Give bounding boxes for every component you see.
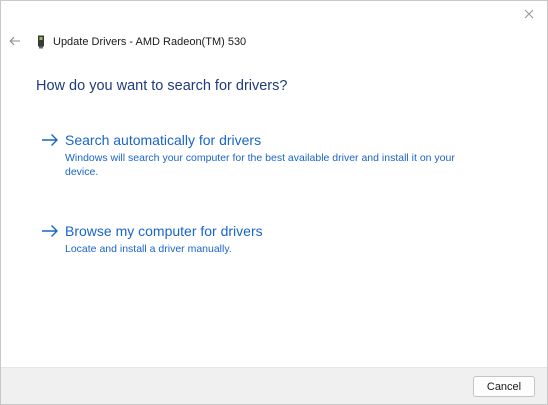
option-title[interactable]: Search automatically for drivers <box>65 132 261 148</box>
close-button[interactable] <box>517 5 541 25</box>
window-title: Update Drivers - AMD Radeon(TM) 530 <box>53 36 247 48</box>
close-icon <box>524 6 534 24</box>
back-button[interactable] <box>7 34 23 50</box>
browse-computer-option[interactable]: Browse my computer for drivers Locate an… <box>41 223 481 256</box>
update-drivers-dialog: Update Drivers - AMD Radeon(TM) 530 How … <box>0 0 548 405</box>
title-bar: Update Drivers - AMD Radeon(TM) 530 <box>7 32 507 52</box>
page-heading: How do you want to search for drivers? <box>36 78 288 94</box>
search-automatically-option[interactable]: Search automatically for drivers Windows… <box>41 132 481 179</box>
display-adapter-icon <box>36 34 46 50</box>
back-arrow-icon <box>9 33 21 51</box>
option-description: Locate and install a driver manually. <box>65 243 232 255</box>
dialog-footer: Cancel <box>1 367 547 404</box>
arrow-right-icon <box>41 223 59 239</box>
option-description: Windows will search your computer for th… <box>65 152 455 178</box>
cancel-button[interactable]: Cancel <box>473 376 535 397</box>
option-title[interactable]: Browse my computer for drivers <box>65 223 263 239</box>
arrow-right-icon <box>41 132 59 148</box>
